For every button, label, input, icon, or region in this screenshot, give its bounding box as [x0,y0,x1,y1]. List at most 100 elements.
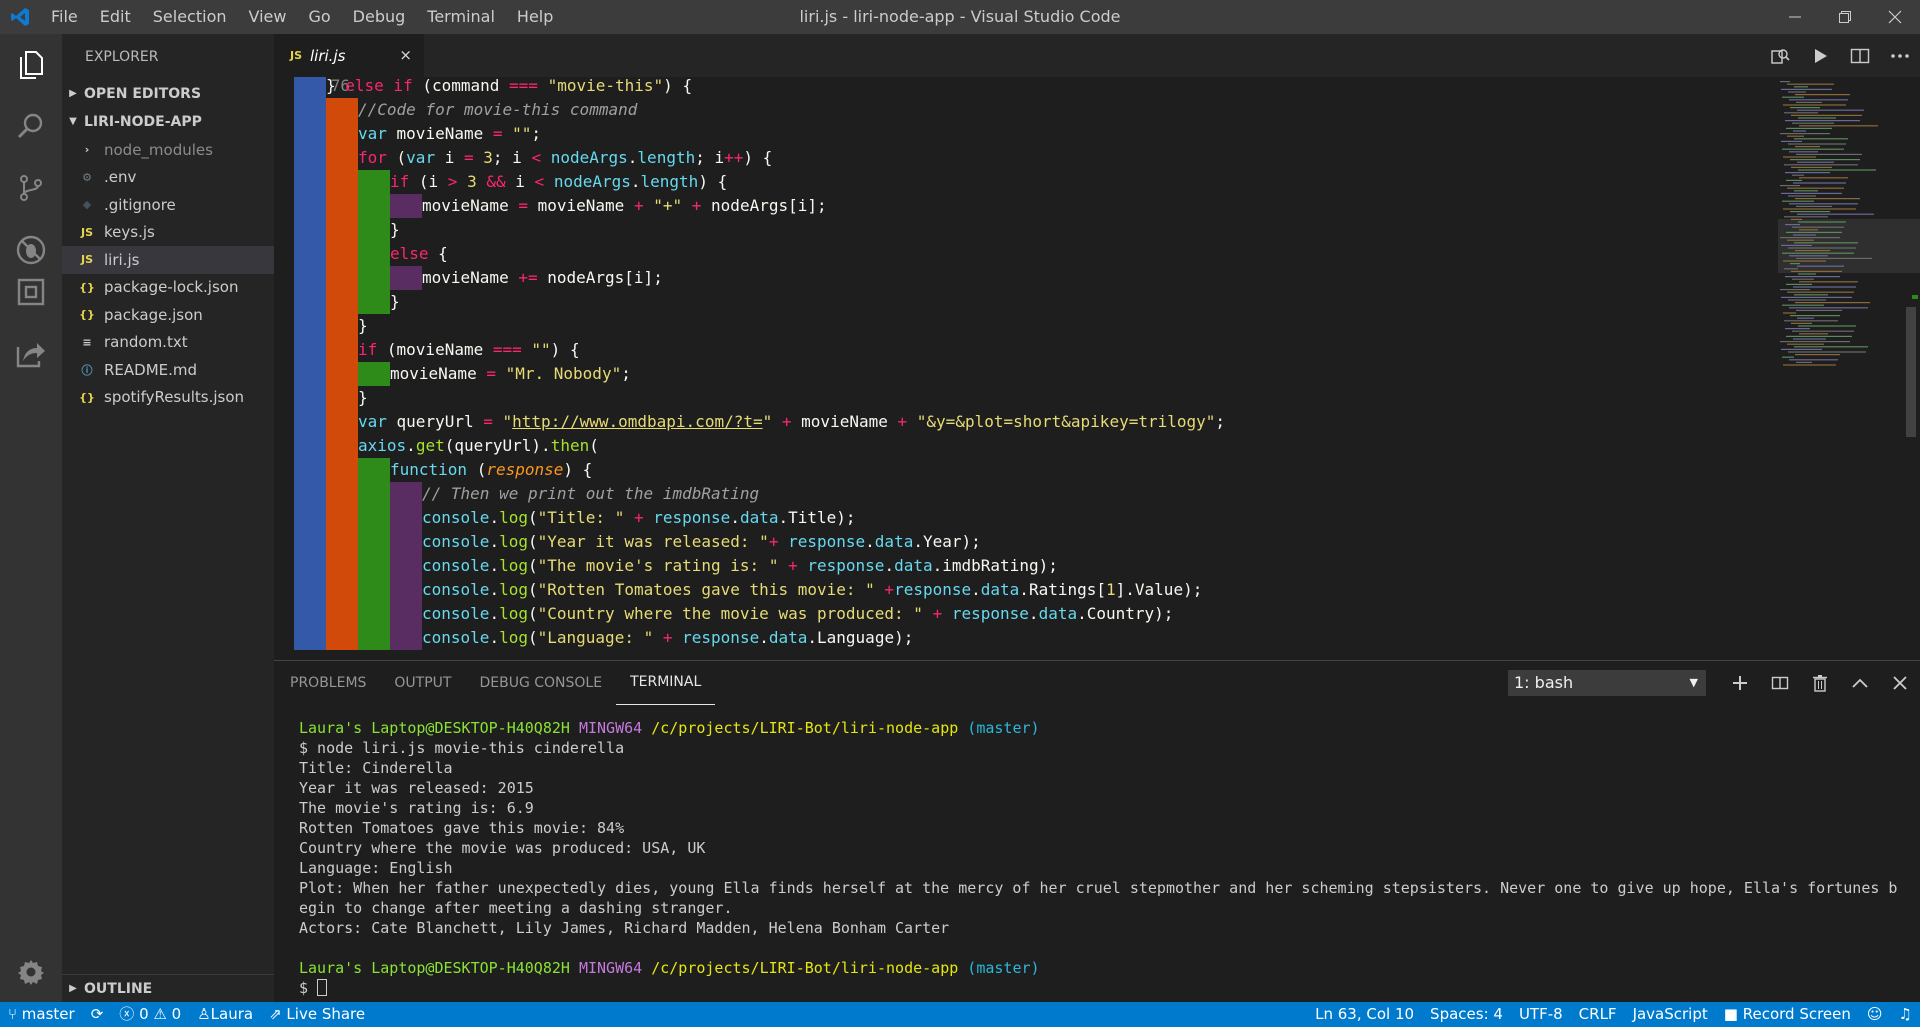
restore-icon[interactable] [1820,0,1870,34]
panel-actions: 1: bash ▼ [1508,661,1920,705]
menu-terminal[interactable]: Terminal [416,0,506,34]
menu-help[interactable]: Help [506,0,564,34]
title-bar: File Edit Selection View Go Debug Terminal Help… [0,0,1920,34]
indent-guide [294,410,326,434]
close-window-icon[interactable] [1870,0,1920,34]
minimap[interactable] [1774,77,1920,660]
panel-tab-problems[interactable]: PROBLEMS [276,661,380,705]
dropdown-arrow-icon: ▼ [1689,676,1698,689]
live-share-icon[interactable] [0,324,62,384]
indent-guide [294,434,326,458]
code-token: "Mr. Nobody" [505,364,622,383]
minimap-line [1780,289,1810,291]
file-random-txt[interactable]: ≡ random.txt [62,329,274,357]
tab-liri-js[interactable]: JS liri.js × [274,34,424,77]
open-changes-icon[interactable] [1760,34,1800,77]
minimap-line [1782,356,1794,358]
code-token: nodeArgs[i]; [701,196,827,215]
file--gitignore[interactable]: ◆ .gitignore [62,191,274,219]
indent-guide [390,626,422,650]
file--env[interactable]: ⚙ .env [62,164,274,192]
feedback-smiley-icon[interactable]: ☺ [1859,1002,1891,1027]
code-token: + [633,196,644,215]
line-ending[interactable]: CRLF [1571,1002,1625,1027]
extensions-icon[interactable] [0,262,62,322]
file-readme-md[interactable]: ⓘ README.md [62,356,274,384]
minimap-line [1792,278,1814,280]
panel-tab-terminal[interactable]: TERMINAL [616,661,716,705]
prompt-user: Laura's Laptop@DESKTOP-H40Q82H [299,959,570,977]
indent-guide [294,626,326,650]
project-folder-section[interactable]: ▼ LIRI-NODE-APP [62,108,274,136]
user-indicator[interactable]: ♙Laura [189,1002,261,1027]
indentation[interactable]: Spaces: 4 [1422,1002,1511,1027]
code-token: . [489,556,500,575]
panel-tab-output[interactable]: OUTPUT [380,661,465,705]
record-screen-button[interactable]: ■ Record Screen [1716,1002,1859,1027]
file-node-modules[interactable]: › node_modules [62,136,274,164]
language-mode[interactable]: JavaScript [1625,1002,1716,1027]
indent-guide [326,98,358,122]
code-token: . [489,508,500,527]
terminal-select[interactable]: 1: bash ▼ [1508,670,1706,696]
settings-gear-icon[interactable] [0,942,62,1002]
more-actions-icon[interactable] [1880,34,1920,77]
file-keys-js[interactable]: JS keys.js [62,219,274,247]
folder-file-icon: › [84,143,90,157]
close-tab-icon[interactable]: × [399,46,412,64]
minimap-line [1783,260,1826,262]
code-token: ; [621,364,631,383]
live-share-status[interactable]: ⇗ Live Share [261,1002,373,1027]
bottom-panel: PROBLEMS OUTPUT DEBUG CONSOLE TERMINAL 1: b… [274,660,1920,1002]
code-token: } [390,220,400,239]
menu-view[interactable]: View [238,0,298,34]
code-token: if [390,172,410,191]
indent-guide [294,290,326,314]
problems-indicator[interactable]: ⓧ 0 ⚠ 0 [111,1002,189,1027]
panel-tab-debug-console[interactable]: DEBUG CONSOLE [465,661,616,705]
cursor-position[interactable]: Ln 63, Col 10 [1307,1002,1422,1027]
prompt-branch: (master) [967,959,1040,977]
branch-indicator[interactable]: ⑂ master [0,1002,83,1027]
code-token: var [358,124,387,143]
indent-guide [294,266,326,290]
code-token: ( [527,532,538,551]
run-icon[interactable] [1800,34,1840,77]
minimap-line [1785,328,1810,330]
close-panel-icon[interactable] [1880,661,1920,705]
sync-icon[interactable]: ⟳ [83,1002,112,1027]
code-token: http://www.omdbapi.com/?t= [512,412,763,431]
trash-icon[interactable] [1800,661,1840,705]
files-icon[interactable] [0,34,62,94]
code-token: = [463,148,474,167]
split-terminal-icon[interactable] [1760,661,1800,705]
terminal-output[interactable]: Laura's Laptop@DESKTOP-H40Q82H MINGW64 /… [299,718,1899,998]
notifications-bell-icon[interactable]: ♫ [1891,1002,1920,1027]
file-package-lock-json[interactable]: {} package-lock.json [62,274,274,302]
menu-selection[interactable]: Selection [142,0,238,34]
source-control-icon[interactable] [0,158,62,218]
menu-file[interactable]: File [40,0,89,34]
outline-section[interactable]: ▶ OUTLINE [62,974,274,1002]
search-icon[interactable] [0,96,62,156]
split-editor-icon[interactable] [1840,34,1880,77]
file-package-json[interactable]: {} package.json [62,301,274,329]
code-editor[interactable]: 76} else if (command === "movie-this") {… [274,77,1774,660]
file-spotifyresults-json[interactable]: {} spotifyResults.json [62,384,274,412]
menu-debug[interactable]: Debug [342,0,417,34]
code-token: ; [1215,412,1226,431]
maximize-panel-icon[interactable] [1840,661,1880,705]
encoding[interactable]: UTF-8 [1511,1002,1571,1027]
new-terminal-icon[interactable] [1720,661,1760,705]
open-editors-section[interactable]: ▶ OPEN EDITORS [62,80,274,108]
file-liri-js[interactable]: JS liri.js [62,246,274,274]
git-branch-icon: ⑂ [8,1005,18,1023]
menu-go[interactable]: Go [297,0,341,34]
menu-edit[interactable]: Edit [89,0,142,34]
minimize-icon[interactable] [1770,0,1820,34]
terminal-select-value: 1: bash [1514,673,1574,692]
